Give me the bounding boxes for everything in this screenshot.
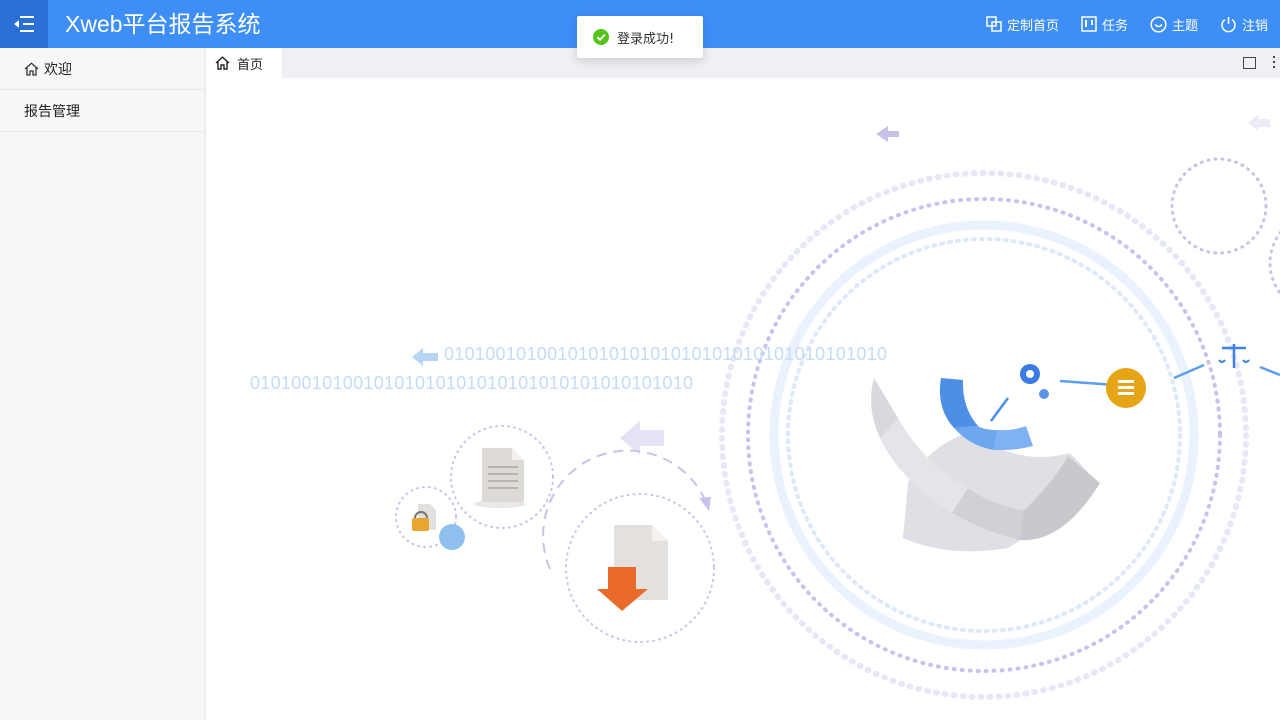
tab-label: 首页 [237,57,264,73]
home-icon [215,56,230,70]
binary-text-line-1: 0101001010010101010101010101010101010101… [444,344,888,364]
sidebar: 欢迎 报告管理 [0,48,206,720]
menu-collapse-icon [14,16,34,32]
home-icon [24,61,39,76]
logout-button[interactable]: 注销 [1220,15,1268,34]
logout-label: 注销 [1241,18,1268,34]
sidebar-item-label: 欢迎 [44,61,72,78]
sidebar-item-report-management[interactable]: 报告管理 [0,90,204,132]
toast-notification: 登录成功! [577,16,703,58]
app-title: Xweb平台报告系统 [65,11,261,37]
check-circle-icon [593,29,609,45]
power-icon [1221,16,1236,32]
customize-home-button[interactable]: 定制首页 [986,15,1059,34]
customize-icon [986,16,1002,32]
task-board-icon [1081,16,1097,32]
customize-home-label: 定制首页 [1006,18,1059,34]
sidebar-item-label: 报告管理 [24,103,80,120]
binary-text-line-2: 0101001010010101010101010101010101010101… [250,373,694,393]
smiley-icon [1150,15,1167,33]
theme-button[interactable]: 主题 [1150,15,1198,34]
tasks-label: 任务 [1101,18,1128,34]
hero-illustration [395,115,1280,700]
theme-label: 主题 [1171,18,1198,34]
main-content: 0101001010010101010101010101010101010101… [208,78,1280,720]
sidebar-item-welcome[interactable]: 欢迎 [0,48,204,90]
maximize-button[interactable] [1243,57,1256,69]
toast-message: 登录成功! [617,31,675,47]
menu-toggle-button[interactable] [0,0,48,48]
more-options-button[interactable] [1272,56,1276,70]
tab-bar: 首页 [206,48,1280,78]
header-actions: 定制首页 任务 主题 注销 [964,0,1268,48]
tab-home[interactable]: 首页 [206,48,282,78]
tasks-button[interactable]: 任务 [1081,15,1128,34]
